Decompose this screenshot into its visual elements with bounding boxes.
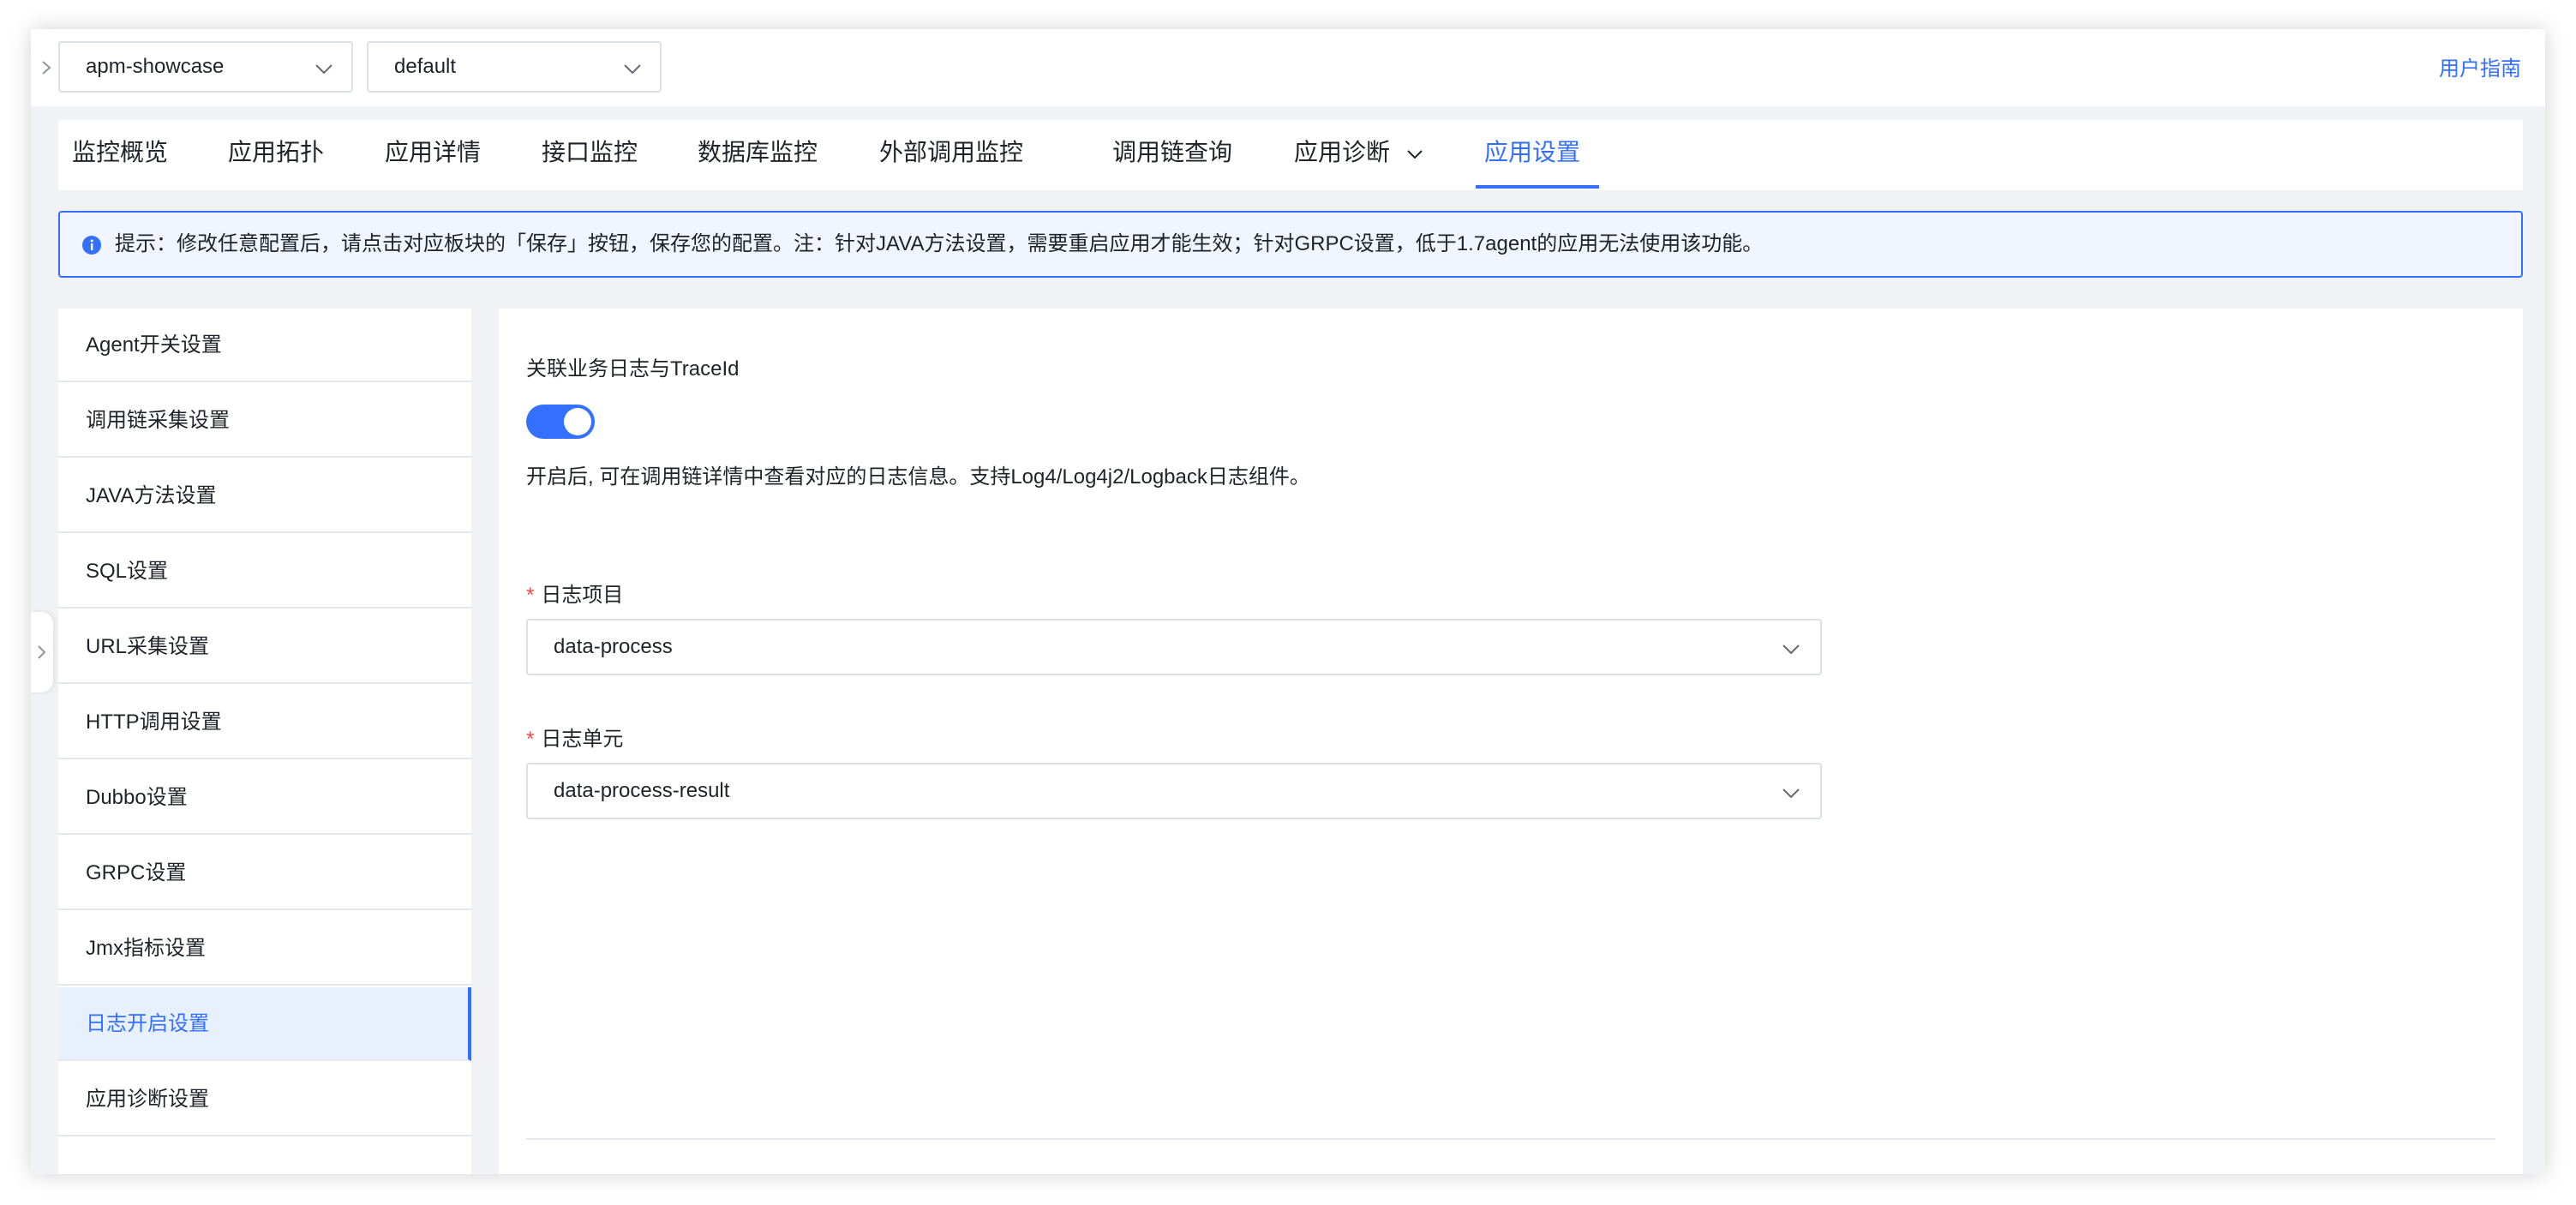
sidebar-item-url-collect[interactable]: URL采集设置 [58, 610, 471, 684]
footer-divider [526, 1138, 2495, 1140]
tab-db-monitor[interactable]: 数据库监控 [698, 120, 818, 190]
chevron-down-icon [1782, 788, 1800, 799]
trace-log-toggle[interactable] [526, 405, 595, 439]
user-guide-link[interactable]: 用户指南 [2439, 51, 2521, 81]
app-select[interactable]: apm-showcase [58, 41, 353, 93]
sidebar-item-dubbo[interactable]: Dubbo设置 [58, 761, 471, 835]
chevron-down-icon [1782, 644, 1800, 655]
tab-app-settings[interactable]: 应用设置 [1484, 120, 1580, 190]
log-unit-label: * 日志单元 [526, 728, 624, 751]
log-unit-value: data-process-result [554, 779, 730, 802]
log-project-value: data-process [554, 635, 673, 658]
sidebar-item-http-call[interactable]: HTTP调用设置 [58, 686, 471, 759]
log-project-select[interactable]: data-process [526, 619, 1822, 675]
settings-panel: 关联业务日志与TraceId 开启后, 可在调用链详情中查看对应的日志信息。支持… [499, 309, 2523, 1174]
tab-app-diagnosis[interactable]: 应用诊断 [1294, 120, 1424, 190]
env-select[interactable]: default [367, 41, 662, 93]
required-mark: * [526, 584, 535, 607]
required-mark: * [526, 728, 535, 751]
sidebar-item-trace-collect[interactable]: 调用链采集设置 [58, 384, 471, 458]
tab-api-monitor[interactable]: 接口监控 [542, 120, 638, 190]
settings-sidebar: Agent开关设置 调用链采集设置 JAVA方法设置 SQL设置 URL采集设置… [58, 309, 471, 1174]
nav-tabs: 监控概览 应用拓扑 应用详情 接口监控 数据库监控 外部调用监控 调用链查询 应… [58, 120, 2523, 190]
notice-banner: 提示：修改任意配置后，请点击对应板块的「保存」按钮，保存您的配置。注：针对JAV… [58, 211, 2523, 278]
info-icon [82, 236, 101, 255]
chevron-right-icon [38, 645, 46, 659]
tab-overview[interactable]: 监控概览 [72, 120, 168, 190]
chevron-down-icon [315, 64, 332, 75]
sidebar-item-diagnosis-settings[interactable]: 应用诊断设置 [58, 1063, 471, 1136]
active-tab-indicator [1476, 185, 1599, 189]
env-select-value: default [394, 55, 457, 78]
sidebar-item-jmx[interactable]: Jmx指标设置 [58, 912, 471, 986]
app-select-value: apm-showcase [86, 55, 225, 78]
tab-app-detail[interactable]: 应用详情 [385, 120, 481, 190]
sidebar-item-sql[interactable]: SQL设置 [58, 535, 471, 608]
tab-app-diagnosis-label: 应用诊断 [1294, 139, 1391, 165]
trace-log-title: 关联业务日志与TraceId [526, 357, 740, 381]
expand-chevron-icon[interactable] [36, 55, 57, 81]
tab-topology[interactable]: 应用拓扑 [228, 120, 324, 190]
notice-text: 提示：修改任意配置后，请点击对应板块的「保存」按钮，保存您的配置。注：针对JAV… [115, 232, 1764, 255]
tab-external-call-monitor[interactable]: 外部调用监控 [879, 120, 1023, 190]
app-window: apm-showcase default 用户指南 监控概览 应用拓扑 应用详情… [31, 29, 2545, 1174]
tab-trace-query[interactable]: 调用链查询 [1112, 120, 1232, 190]
chevron-down-icon [1407, 149, 1423, 159]
sidebar-item-agent-switch[interactable]: Agent开关设置 [58, 309, 471, 382]
sidebar-item-grpc[interactable]: GRPC设置 [58, 836, 471, 910]
log-project-label: * 日志项目 [526, 584, 624, 607]
top-bar: apm-showcase default 用户指南 [31, 29, 2545, 106]
sidebar-item-java-method[interactable]: JAVA方法设置 [58, 459, 471, 533]
chevron-down-icon [624, 64, 641, 75]
sidebar-item-log-settings[interactable]: 日志开启设置 [58, 987, 471, 1061]
toggle-knob [564, 408, 591, 435]
trace-log-description: 开启后, 可在调用链详情中查看对应的日志信息。支持Log4/Log4j2/Log… [526, 465, 1310, 489]
log-unit-select[interactable]: data-process-result [526, 763, 1822, 819]
sidebar-collapse-handle[interactable] [31, 612, 53, 692]
